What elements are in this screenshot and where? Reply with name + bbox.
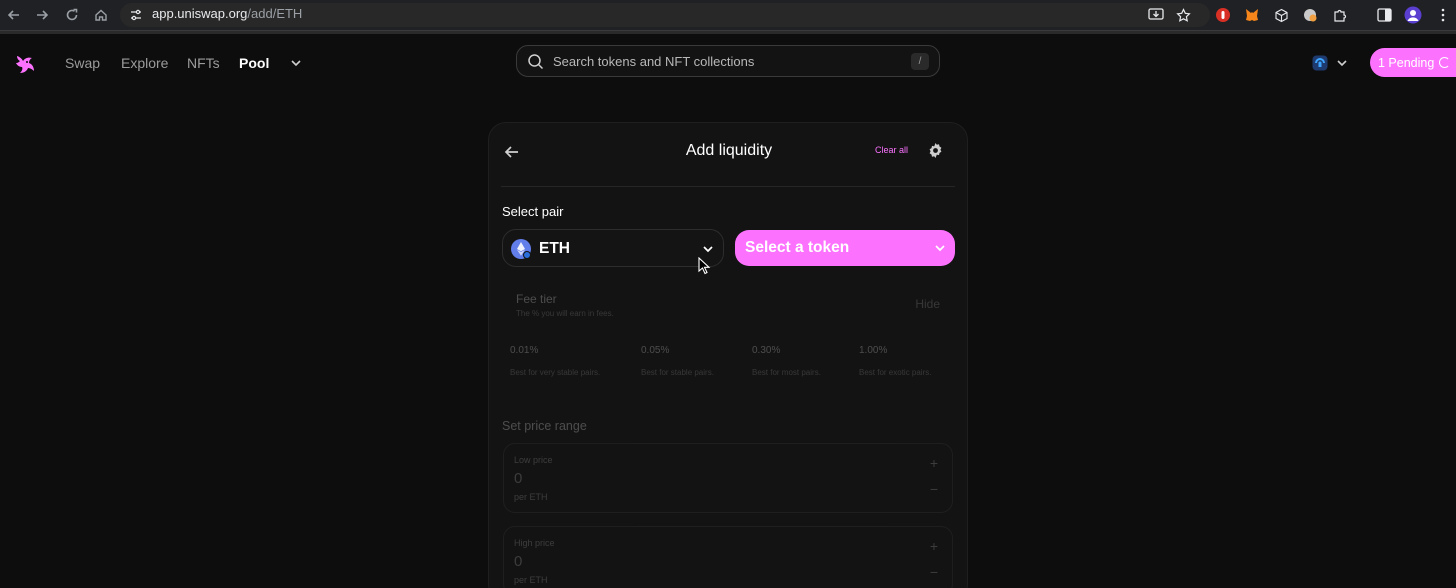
increase-low-price-button[interactable]: + [930,455,938,471]
add-liquidity-card: Add liquidity Clear all Select pair ETH … [488,122,968,588]
site-info-icon[interactable] [128,7,144,23]
bookmark-star-icon[interactable] [1174,6,1192,24]
more-menu-chevron-icon[interactable] [289,56,303,70]
search-shortcut-key: / [911,53,929,70]
high-price-unit: per ETH [514,575,548,585]
high-price-input[interactable]: High price 0 per ETH + − [503,526,953,588]
uniswap-unicorn-logo-icon[interactable] [12,51,38,77]
low-price-unit: per ETH [514,492,548,502]
high-price-value[interactable]: 0 [514,553,522,570]
url-host: app.uniswap.org [152,6,248,21]
wallet-extension-icon[interactable] [1301,6,1319,24]
eth-token-icon [511,239,531,259]
fee-tier-options: 0.01% Best for very stable pairs. 0.05% … [502,345,956,395]
profile-avatar-icon[interactable] [1404,6,1422,24]
token-a-symbol: ETH [539,240,570,257]
hide-fee-tiers-button[interactable]: Hide [915,297,940,311]
fee-tier-option[interactable]: 0.05% Best for stable pairs. [641,345,714,377]
url-text: app.uniswap.org/add/ETH [152,6,302,21]
select-token-button[interactable]: Select a token [735,230,955,266]
install-app-icon[interactable] [1147,6,1165,24]
chevron-down-icon [701,242,715,256]
fee-tier-option[interactable]: 0.30% Best for most pairs. [752,345,821,377]
extensions-puzzle-icon[interactable] [1331,6,1349,24]
fee-tier-percent: 0.30% [752,345,781,356]
fee-tier-percent: 0.05% [641,345,670,356]
fee-tier-description: Best for very stable pairs. [510,368,601,377]
header-divider [501,186,955,187]
low-price-value[interactable]: 0 [514,470,522,487]
increase-high-price-button[interactable]: + [930,538,938,554]
fee-tier-title: Fee tier [516,292,557,306]
settings-gear-icon[interactable] [927,142,944,159]
fee-tier-section: Fee tier The % you will earn in fees. Hi… [502,283,956,323]
decrease-low-price-button[interactable]: − [930,481,938,497]
browser-menu-icon[interactable] [1434,6,1452,24]
select-pair-label: Select pair [502,204,564,219]
url-path: /add/ETH [247,6,303,21]
nav-link-nfts[interactable]: NFTs [187,55,220,71]
fee-tier-description: Best for stable pairs. [641,368,714,377]
network-selector[interactable] [1312,52,1352,74]
fee-tier-description: Best for exotic pairs. [859,368,932,377]
browser-toolbar: app.uniswap.org/add/ETH [0,0,1456,31]
clear-all-button[interactable]: Clear all [875,145,908,155]
reload-icon[interactable] [64,7,80,23]
fee-tier-percent: 0.01% [510,345,539,356]
search-input[interactable] [553,51,893,71]
nav-link-pool[interactable]: Pool [239,55,269,71]
mouse-cursor-icon [698,256,712,275]
select-token-label: Select a token [745,239,850,256]
low-price-label: Low price [514,455,553,465]
token-a-selector[interactable]: ETH [502,229,724,267]
chevron-down-icon [933,241,947,255]
back-arrow-icon[interactable] [6,7,22,23]
decrease-high-price-button[interactable]: − [930,564,938,580]
pending-label: 1 Pending [1378,55,1435,70]
fee-tier-description: Best for most pairs. [752,368,821,377]
network-chevron-down-icon [1337,60,1347,67]
nav-link-explore[interactable]: Explore [121,55,168,71]
fee-tier-option[interactable]: 0.01% Best for very stable pairs. [510,345,600,377]
pending-transactions-button[interactable]: 1 Pending [1370,48,1456,77]
app-navbar: Swap Explore NFTs Pool / 1 Pending [0,34,1456,92]
low-price-input[interactable]: Low price 0 per ETH + − [503,443,953,513]
network-logo-icon [1312,55,1328,71]
fee-tier-subtitle: The % you will earn in fees. [516,309,614,318]
fee-tier-percent: 1.00% [859,345,888,356]
forward-arrow-icon[interactable] [34,7,50,23]
set-price-range-label: Set price range [502,419,587,433]
search-bar[interactable]: / [516,45,940,77]
search-icon [527,53,544,70]
high-price-label: High price [514,538,555,548]
loading-spinner-icon [1439,57,1451,68]
metamask-fox-icon[interactable] [1243,6,1261,24]
cube-extension-icon[interactable] [1272,6,1290,24]
side-panel-icon[interactable] [1375,6,1393,24]
home-icon[interactable] [93,7,109,23]
extension-red-icon[interactable] [1214,6,1232,24]
fee-tier-option[interactable]: 1.00% Best for exotic pairs. [859,345,931,377]
nav-link-swap[interactable]: Swap [65,55,100,71]
